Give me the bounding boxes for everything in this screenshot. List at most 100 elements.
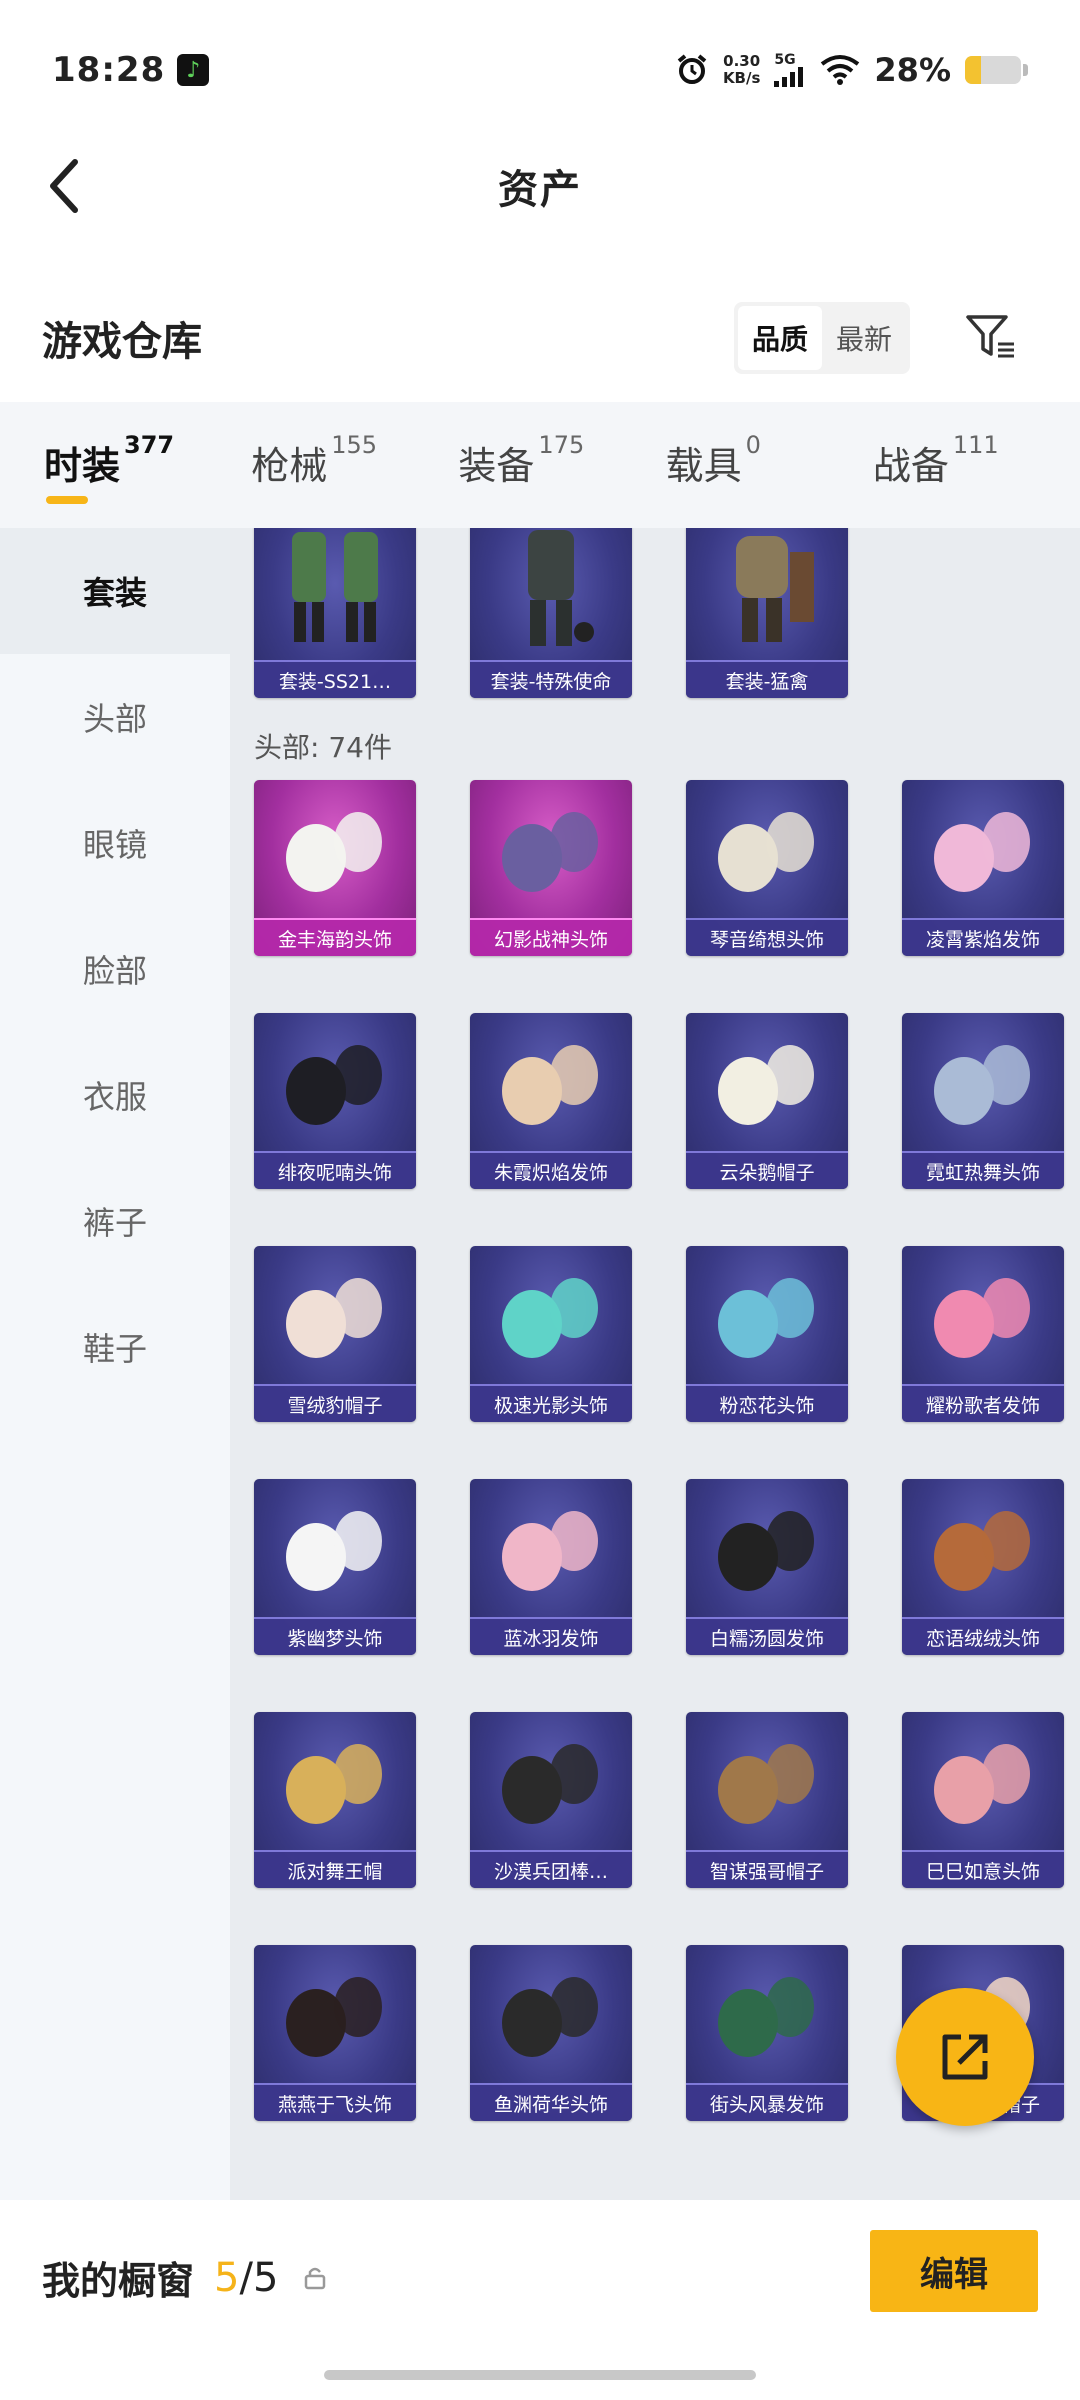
item-name: 街头风暴发饰 [686,2083,848,2121]
tab-label: 枪械 [251,444,328,488]
sidebar-item-sets[interactable]: 套装 [0,528,230,654]
tab-count: 0 [745,431,761,459]
warehouse-bar: 游戏仓库 品质 最新 [0,296,1080,380]
sidebar-item-face[interactable]: 脸部 [0,906,230,1032]
showcase-separator: / [239,2254,253,2301]
item-name: 蓝冰羽发饰 [470,1617,632,1655]
edit-button[interactable]: 编辑 [870,2230,1038,2312]
status-bar: 18:28 ♪ 0.30 KB/s 5G 28% [0,0,1080,140]
showcase-count: 5/5 [214,2255,278,2301]
item-card[interactable]: 巳巳如意头饰 [902,1712,1064,1888]
sidebar-item-head[interactable]: 头部 [0,654,230,780]
battery-percent: 28% [874,51,951,89]
bottom-bar: 我的橱窗 5/5 编辑 [0,2200,1080,2400]
tab-label: 时装 [44,444,121,488]
item-image [934,812,1030,892]
item-name: 雪绒豹帽子 [254,1384,416,1422]
category-tabs: 时装 377 枪械 155 装备 175 载具 0 战备 111 [0,402,1080,528]
signal: 5G [774,53,806,87]
item-card[interactable]: 粉恋花头饰 [686,1246,848,1422]
tab-vehicles[interactable]: 载具 0 [665,431,873,495]
head-row: 派对舞王帽 沙漠兵团棒… 智谋强哥帽子 巳巳如意头饰 [254,1712,1064,1888]
share-button[interactable] [896,1988,1034,2126]
tab-label: 载具 [665,444,742,488]
item-card[interactable]: 朱霞炽焰发饰 [470,1013,632,1189]
item-image [718,812,814,892]
tab-supplies[interactable]: 战备 111 [873,431,1080,495]
item-card[interactable]: 耀粉歌者发饰 [902,1246,1064,1422]
sidebar-item-shoes[interactable]: 鞋子 [0,1284,230,1410]
item-card[interactable]: 极速光影头饰 [470,1246,632,1422]
item-image [502,1045,598,1125]
item-card[interactable]: 套装-特殊使命 [470,528,632,698]
back-button[interactable] [38,159,90,213]
net-speed: 0.30 KB/s [723,53,760,87]
item-name: 智谋强哥帽子 [686,1850,848,1888]
active-tab-indicator [46,496,88,504]
item-card[interactable]: 套装-SS21… [254,528,416,698]
item-card[interactable]: 绯夜呢喃头饰 [254,1013,416,1189]
item-card[interactable]: 金丰海韵头饰 [254,780,416,956]
item-name: 套装-SS21… [254,660,416,698]
tab-equipment[interactable]: 装备 175 [458,431,665,495]
sort-quality[interactable]: 品质 [737,306,822,370]
net-speed-value: 0.30 [723,52,761,70]
item-name: 粉恋花头饰 [686,1384,848,1422]
outfit-image [292,532,378,642]
sidebar-item-glasses[interactable]: 眼镜 [0,780,230,906]
item-name: 套装-特殊使命 [470,660,632,698]
item-card[interactable]: 街头风暴发饰 [686,1945,848,2121]
sidebar: 套装 头部 眼镜 脸部 衣服 裤子 鞋子 [0,528,230,2200]
item-name: 幻影战神头饰 [470,918,632,956]
item-name: 鱼渊荷华头饰 [470,2083,632,2121]
outfit-image [736,536,814,642]
chevron-left-icon [50,159,78,213]
item-card[interactable]: 雪绒豹帽子 [254,1246,416,1422]
home-indicator [324,2370,756,2380]
sets-row: 套装-SS21… 套装-特殊使命 套装-猛禽 [254,528,848,698]
item-image [718,1511,814,1591]
item-image [286,1744,382,1824]
item-card[interactable]: 套装-猛禽 [686,528,848,698]
network-type: 5G [774,52,796,68]
signal-icon [774,67,804,87]
item-card[interactable]: 派对舞王帽 [254,1712,416,1888]
item-image [286,1511,382,1591]
showcase-current: 5 [214,2254,240,2301]
item-image [286,1045,382,1125]
item-name: 派对舞王帽 [254,1850,416,1888]
lock-icon [305,2267,326,2289]
item-card[interactable]: 霓虹热舞头饰 [902,1013,1064,1189]
item-image [718,1045,814,1125]
item-card[interactable]: 燕燕于飞头饰 [254,1945,416,2121]
section-label: 头部: 74件 [254,731,392,764]
item-name: 霓虹热舞头饰 [902,1151,1064,1189]
item-name: 巳巳如意头饰 [902,1850,1064,1888]
tab-fashion[interactable]: 时装 377 [44,431,251,495]
item-card[interactable]: 蓝冰羽发饰 [470,1479,632,1655]
sidebar-item-clothes[interactable]: 衣服 [0,1032,230,1158]
item-image [286,812,382,892]
item-card[interactable]: 紫幽梦头饰 [254,1479,416,1655]
item-card[interactable]: 幻影战神头饰 [470,780,632,956]
item-grid: 套装-SS21… 套装-特殊使命 套装-猛禽 头部: 74件 金丰海韵头饰 幻影战… [230,528,1080,2200]
sidebar-item-pants[interactable]: 裤子 [0,1158,230,1284]
filter-button[interactable] [962,308,1022,368]
item-name: 云朵鹅帽子 [686,1151,848,1189]
item-name: 极速光影头饰 [470,1384,632,1422]
item-card[interactable]: 凌霄紫焰发饰 [902,780,1064,956]
item-image [934,1744,1030,1824]
item-card[interactable]: 白糯汤圆发饰 [686,1479,848,1655]
sort-newest[interactable]: 最新 [822,306,906,370]
showcase: 我的橱窗 5/5 [42,2250,326,2305]
tab-guns[interactable]: 枪械 155 [251,431,458,495]
item-card[interactable]: 沙漠兵团棒… [470,1712,632,1888]
item-image [502,812,598,892]
item-card[interactable]: 智谋强哥帽子 [686,1712,848,1888]
item-card[interactable]: 琴音绮想头饰 [686,780,848,956]
tab-count: 175 [538,431,585,459]
item-card[interactable]: 恋语绒绒头饰 [902,1479,1064,1655]
item-name: 琴音绮想头饰 [686,918,848,956]
item-card[interactable]: 云朵鹅帽子 [686,1013,848,1189]
item-card[interactable]: 鱼渊荷华头饰 [470,1945,632,2121]
